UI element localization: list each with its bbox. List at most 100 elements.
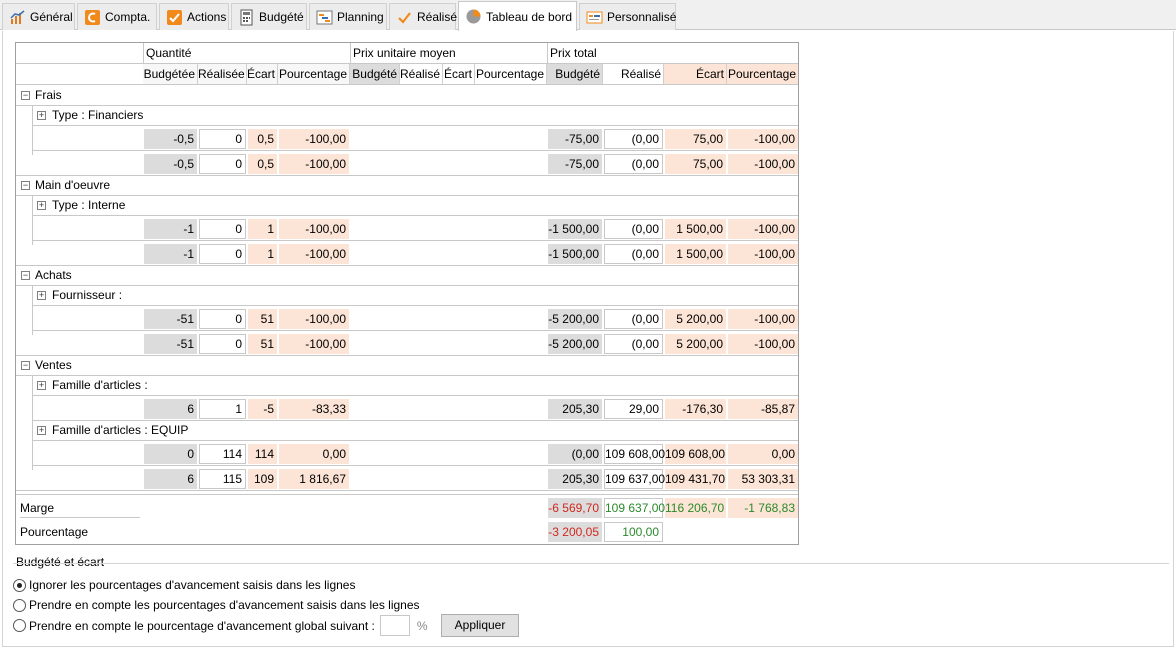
subheader-prix-total[interactable]: Pourcentage [727,64,798,84]
subgroup-label: Famille d'articles : EQUIP [52,423,189,437]
expand-icon[interactable]: + [37,111,46,120]
row-line [32,465,798,466]
marge-value: -1 768,83 [728,498,798,518]
tab-general[interactable]: Général [2,3,75,30]
dashboard-panel: Quantité Prix unitaire moyen Prix total Bud… [2,31,1174,647]
pourcentage-label: Pourcentage [20,525,89,539]
tab-planning[interactable]: Planning [309,3,387,30]
subheader-quantite[interactable]: Budgétée [143,64,198,84]
total-value: 75,00 [665,129,726,149]
summary-top-line [16,494,798,495]
tab-tableau-de-bord[interactable]: Tableau de bord [458,1,577,31]
quantity-value: 0 [199,129,246,149]
subheader-prix-total[interactable]: Réalisé [603,64,664,84]
dashboard-grid: Quantité Prix unitaire moyen Prix total Bud… [15,42,799,545]
tree-indent-line [32,105,33,155]
row-line [16,175,798,176]
row-line [32,330,798,331]
quantity-value: 1 [248,219,277,239]
subheader-prix-total[interactable]: Écart [664,64,727,84]
quantity-value: -0,5 [144,129,197,149]
radio-use-global-percentage[interactable]: Prendre en compte le pourcentage d'avanc… [13,615,428,636]
total-value: -75,00 [548,129,602,149]
tab-budgete[interactable]: Budgété [231,3,307,30]
expand-icon[interactable]: + [37,381,46,390]
tab-label: Tableau de bord [486,9,573,24]
section-total-quantity: 51 [248,334,277,354]
quantity-value: -100,00 [279,309,349,329]
row-line [32,440,798,441]
subheader-prix-unitaire[interactable]: Pourcentage [475,64,547,84]
radio-button[interactable] [13,619,26,632]
tab-label: Actions [187,10,227,24]
tree-indent-line [32,375,33,425]
section-label: Ventes [35,358,72,372]
collapse-icon[interactable]: − [21,181,30,190]
collapse-icon[interactable]: − [21,271,30,280]
section-total-quantity: -1 [144,244,197,264]
total-value: 109 608,00 [604,444,665,464]
custom-icon [586,9,603,26]
quantity-value: 0 [144,444,197,464]
tree-indent-line [32,195,33,245]
subheader-quantite[interactable]: Réalisée [198,64,247,84]
quantity-value: 114 [248,444,277,464]
tab-personnalise[interactable]: Personnalisé [579,3,676,30]
expand-icon[interactable]: + [37,201,46,210]
tab-label: Général [30,10,73,24]
section-total-quantity: -100,00 [279,334,349,354]
radio-use-line-percentages[interactable]: Prendre en compte les pourcentages d'ava… [13,598,420,612]
subheader-prix-unitaire[interactable]: Réalisé [400,64,443,84]
subgroup-label: Type : Interne [52,198,126,212]
row-line [16,195,798,196]
subheader-prix-unitaire[interactable]: Écart [443,64,475,84]
marge-value: 116 206,70 [665,498,726,518]
apply-button[interactable]: Appliquer [441,614,519,637]
section-total-quantity: 115 [199,469,246,489]
section-total-quantity: -51 [144,334,197,354]
quantity-value: -83,33 [279,399,349,419]
marge-value: 109 637,00 [604,498,665,518]
row-line [32,395,798,396]
tab-compta[interactable]: Compta. [77,3,157,30]
total-value: 1 500,00 [665,219,726,239]
subheader-prix-unitaire[interactable]: Budgété [350,64,400,84]
subheader-quantite[interactable]: Pourcentage [278,64,350,84]
tab-actions[interactable]: Actions [159,3,229,30]
global-percentage-input[interactable] [379,615,410,636]
section-total-quantity: 6 [144,469,197,489]
tree-indent-line [32,285,33,335]
collapse-icon[interactable]: − [21,91,30,100]
calculator-icon [238,9,255,26]
row-line [32,240,798,241]
subgroup-label: Famille d'articles : [52,378,148,392]
quantity-value: 0,5 [248,129,277,149]
total-value: 0,00 [728,444,798,464]
quantity-value: 0 [199,219,246,239]
radio-button[interactable] [13,598,26,612]
tree-indent-line [32,420,33,470]
tab-bar: Général Compta. Actions Budgété Planning… [0,0,1176,31]
section-total-quantity: 0 [199,244,246,264]
radio-button[interactable] [13,578,26,592]
group-header-quantite: Quantité [146,46,192,60]
section-total-quantity: -100,00 [279,154,349,174]
subheader-quantite[interactable]: Écart [247,64,278,84]
marge-label: Marge [20,498,140,518]
expand-icon[interactable]: + [37,426,46,435]
subheader-prix-total[interactable]: Budgété [547,64,603,84]
section-total-value: -100,00 [728,244,798,264]
tab-label: Budgété [259,10,304,24]
radio-label: Prendre en compte les pourcentages d'ava… [29,598,420,612]
expand-icon[interactable]: + [37,291,46,300]
row-line [32,125,798,126]
tab-realise[interactable]: Réalisé [389,3,457,30]
section-label: Frais [35,88,62,102]
total-value: -176,30 [665,399,726,419]
radio-ignore-percentages[interactable]: Ignorer les pourcentages d'avancement sa… [13,578,355,592]
subgroup-label: Fournisseur : [52,288,123,302]
collapse-icon[interactable]: − [21,361,30,370]
section-total-value: -75,00 [548,154,602,174]
section-total-value: 75,00 [665,154,726,174]
section-total-quantity: 1 [248,244,277,264]
